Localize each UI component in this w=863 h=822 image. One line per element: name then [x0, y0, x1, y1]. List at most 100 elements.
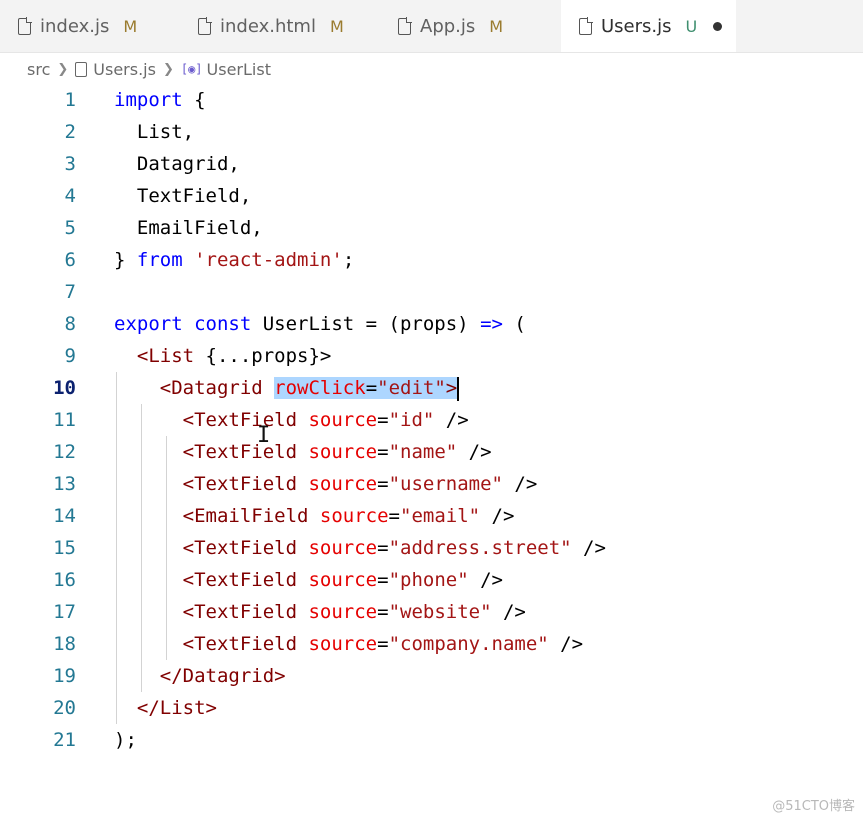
file-icon [198, 16, 212, 35]
jsx-tag: </List> [114, 697, 217, 719]
mouse-ibeam-cursor-icon: I [257, 423, 271, 448]
code-token: /> [491, 601, 526, 623]
jsx-attribute: source [297, 473, 378, 495]
string-literal: "username" [388, 473, 503, 495]
code-text: <TextField source="address.street" /> [114, 537, 606, 559]
tab-label: Users.js [601, 15, 672, 37]
code-line: 17 <TextField source="website" /> [0, 596, 863, 628]
line-number: 15 [53, 537, 76, 559]
code-line: 12 <TextField source="name" /> [0, 436, 863, 468]
jsx-tag: <TextField [114, 601, 298, 623]
code-line: 21 ); [0, 724, 863, 756]
code-text: <TextField source="id" /> [114, 409, 469, 431]
jsx-attribute: source [297, 441, 378, 463]
code-text: <TextField source="phone" /> [114, 569, 503, 591]
file-icon [579, 16, 593, 35]
code-token: /> [434, 409, 469, 431]
code-text: import { [114, 84, 206, 116]
modified-badge: M [123, 16, 138, 36]
string-literal: "address.street" [388, 537, 572, 559]
jsx-attribute: source [297, 409, 378, 431]
watermark: @51CTO博客 [772, 799, 855, 814]
code-token: /> [571, 537, 606, 559]
tab-label: index.js [40, 15, 110, 37]
code-line: 19 </Datagrid> [0, 660, 863, 692]
line-number: 13 [53, 473, 76, 495]
jsx-tag: <EmailField [114, 505, 309, 527]
modified-badge: M [489, 16, 504, 36]
tab-index-html[interactable]: index.html M [180, 0, 376, 52]
tab-bar: index.js M index.html M App.js M Users.j… [0, 0, 863, 53]
line-number: 2 [64, 121, 76, 143]
file-icon [75, 61, 88, 77]
line-number: 5 [64, 217, 76, 239]
code-text: <Datagrid rowClick="edit"> [114, 372, 460, 404]
line-number: 21 [53, 729, 76, 751]
code-line: 5 EmailField, [0, 212, 863, 244]
jsx-attribute: source [297, 537, 378, 559]
line-number: 11 [53, 409, 76, 431]
jsx-tag: <Datagrid [114, 377, 263, 399]
jsx-attribute: source [297, 601, 378, 623]
tab-index-js[interactable]: index.js M [0, 0, 176, 52]
keyword: import [114, 89, 183, 111]
string-literal: "website" [388, 601, 492, 623]
code-token: /> [468, 569, 503, 591]
code-line: 3 Datagrid, [0, 148, 863, 180]
keyword: export [114, 313, 183, 335]
keyword: from [136, 249, 183, 271]
untracked-badge: U [685, 16, 698, 36]
code-editor[interactable]: 1 import { 2 List, 3 Datagrid, 4 TextFie… [0, 84, 863, 822]
code-line: 1 import { [0, 84, 863, 116]
line-number: 14 [53, 505, 76, 527]
arrow-operator: => [480, 313, 503, 335]
symbol-variable-icon: [◉] [180, 62, 203, 76]
code-text: <TextField source="website" /> [114, 601, 526, 623]
tab-app-js[interactable]: App.js M [380, 0, 556, 52]
line-number: 12 [53, 441, 76, 463]
breadcrumb-symbol[interactable]: UserList [207, 60, 271, 79]
line-number: 17 [53, 601, 76, 623]
code-line: 11 <TextField source="id" /> [0, 404, 863, 436]
line-number: 1 [64, 89, 76, 111]
code-text: EmailField, [114, 217, 263, 239]
code-line: 18 <TextField source="company.name" /> [0, 628, 863, 660]
string-literal: "id" [388, 409, 435, 431]
string-literal: "email" [400, 505, 481, 527]
breadcrumb-file[interactable]: Users.js [93, 60, 156, 79]
code-line: 4 TextField, [0, 180, 863, 212]
line-number-active: 10 [53, 377, 76, 399]
breadcrumb-folder[interactable]: src [27, 60, 50, 79]
code-token: } [114, 249, 137, 271]
code-token: { [182, 89, 206, 111]
line-number: 18 [53, 633, 76, 655]
jsx-tag: > [445, 377, 458, 399]
line-number: 7 [64, 281, 76, 303]
unsaved-dot-icon[interactable] [713, 21, 723, 31]
code-text: Datagrid, [114, 153, 240, 175]
string-literal: "edit" [377, 377, 446, 399]
code-token: /> [502, 473, 538, 495]
line-number: 3 [64, 153, 76, 175]
code-line: 13 <TextField source="username" /> [0, 468, 863, 500]
tab-users-js[interactable]: Users.js U [561, 0, 736, 52]
jsx-attribute: source [297, 569, 378, 591]
jsx-tag: <TextField [114, 537, 298, 559]
jsx-tag: <TextField [114, 633, 298, 655]
code-token: /> [457, 441, 492, 463]
line-number: 19 [53, 665, 76, 687]
jsx-tag: <List [114, 345, 195, 367]
text-cursor [457, 376, 460, 401]
code-token: {...props}> [194, 345, 332, 367]
string-literal: 'react-admin' [182, 249, 343, 271]
jsx-tag: <TextField [114, 473, 298, 495]
code-text: ); [114, 729, 137, 751]
modified-badge: M [329, 16, 344, 36]
code-line: 9 <List {...props}> [0, 340, 863, 372]
code-text: <TextField source="company.name" /> [114, 633, 584, 655]
breadcrumb: src ❯ Users.js ❯ [◉] UserList [27, 58, 271, 80]
code-text: List, [114, 121, 195, 143]
code-text: TextField, [114, 185, 252, 207]
string-literal: "name" [388, 441, 458, 463]
code-token: = [365, 377, 378, 399]
